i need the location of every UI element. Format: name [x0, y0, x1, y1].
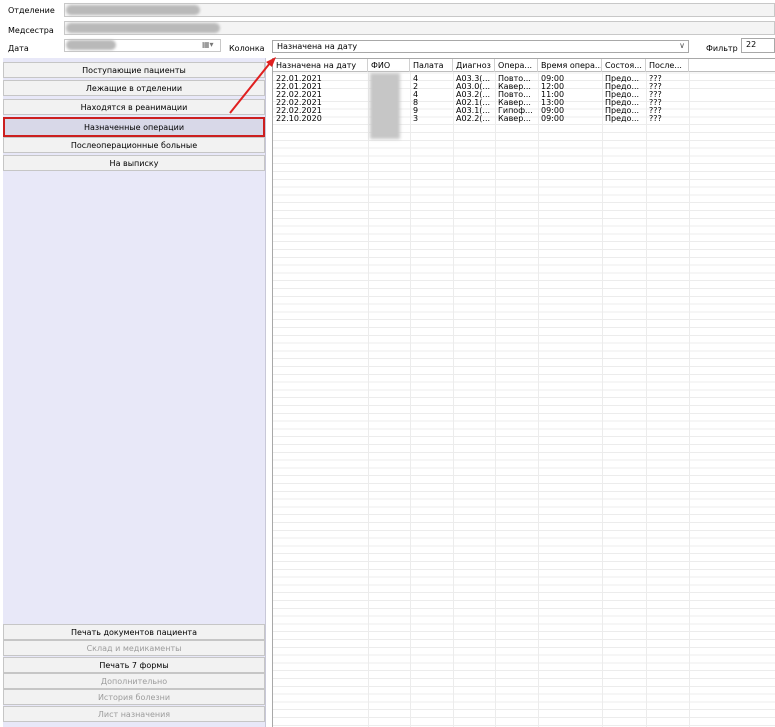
table-cell: 13:00 [541, 99, 565, 107]
table-cell: 22.02.2021 [276, 91, 322, 99]
table-cell: 22.01.2021 [276, 83, 322, 91]
table-cell: 8 [413, 99, 419, 107]
table-cell: 09:00 [541, 115, 565, 123]
column-header[interactable]: После... [646, 59, 689, 72]
table-cell: 22.02.2021 [276, 99, 322, 107]
nav-button[interactable]: История болезни [3, 689, 265, 705]
table-row[interactable]: 22.10.2020 3 A02.2(... Кавер... 09:00 Предо..… [273, 115, 775, 123]
table-cell: A03.2(... [456, 91, 491, 99]
table-cell: Предо... [605, 115, 640, 123]
nav-button[interactable]: Печать 7 формы [3, 657, 265, 673]
table-cell: 9 [413, 107, 419, 115]
table-header: Назначена на дату ФИО Палата Диагноз Опера..… [273, 59, 775, 72]
chevron-down-icon[interactable]: ∨ [679, 41, 685, 50]
table-cell: ??? [649, 75, 662, 83]
department-value-redacted [66, 5, 200, 15]
table-cell: A03.3(... [456, 75, 491, 83]
table-cell: 22.10.2020 [276, 115, 322, 123]
table-cell: Предо... [605, 75, 640, 83]
table-row[interactable]: 22.02.2021 4 A03.2(... Повто... 11:00 Предо..… [273, 91, 775, 99]
table-row[interactable]: 22.02.2021 8 A02.1(... Кавер... 13:00 Предо..… [273, 99, 775, 107]
table-cell: Кавер... [498, 83, 531, 91]
fio-redacted [370, 73, 400, 139]
table-row[interactable]: 22.01.2021 4 A03.3(... Повто... 09:00 Предо..… [273, 75, 775, 83]
nurse-label: Медсестра [8, 26, 54, 35]
table-cell: 09:00 [541, 75, 565, 83]
column-header[interactable]: Диагноз [453, 59, 495, 72]
filter-input[interactable]: 22 [741, 38, 775, 53]
table-cell: Предо... [605, 83, 640, 91]
table-cell: 11:00 [541, 91, 565, 99]
table-cell: Повто... [498, 91, 531, 99]
filter-label: Фильтр [706, 44, 738, 53]
column-header[interactable]: Палата [410, 59, 453, 72]
table-cell: 4 [413, 91, 419, 99]
department-label: Отделение [8, 6, 55, 15]
nav-button[interactable]: На выписку [3, 155, 265, 171]
table-cell: 22.02.2021 [276, 107, 322, 115]
nav-button[interactable]: Склад и медикаменты [3, 640, 265, 656]
table-cell: A02.2(... [456, 115, 491, 123]
table-cell: 09:00 [541, 107, 565, 115]
table-cell: ??? [649, 91, 662, 99]
table-cell: ??? [649, 107, 662, 115]
table-cell: Гипоф... [498, 107, 533, 115]
column-header[interactable]: ФИО [368, 59, 410, 72]
column-label: Колонка [229, 44, 265, 53]
table-row[interactable]: 22.01.2021 2 A03.0(... Кавер... 12:00 Предо..… [273, 83, 775, 91]
operations-table[interactable]: Назначена на дату ФИО Палата Диагноз Опера..… [272, 58, 775, 727]
nav-button[interactable]: Лист назначения [3, 706, 265, 722]
table-cell: A03.0(... [456, 83, 491, 91]
date-label: Дата [8, 44, 29, 53]
nav-button[interactable]: Лежащие в отделении [3, 80, 265, 96]
nav-button-selected[interactable]: Назначенные операции [3, 117, 265, 137]
table-cell: 22.01.2021 [276, 75, 322, 83]
table-cell: Предо... [605, 107, 640, 115]
nav-button[interactable]: Дополнительно [3, 673, 265, 689]
table-cell: 4 [413, 75, 419, 83]
table-cell: 3 [413, 115, 419, 123]
table-cell: A03.1(... [456, 107, 491, 115]
nav-button[interactable]: Послеоперационные больные [3, 137, 265, 153]
table-cell: Кавер... [498, 99, 531, 107]
nav-button[interactable]: Находятся в реанимации [3, 99, 265, 115]
table-cell: Предо... [605, 91, 640, 99]
nav-button[interactable]: Печать документов пациента [3, 624, 265, 640]
table-cell: ??? [649, 99, 662, 107]
table-cell: 2 [413, 83, 419, 91]
table-cell: Кавер... [498, 115, 531, 123]
column-header[interactable]: Состоя... [602, 59, 646, 72]
table-cell: A02.1(... [456, 99, 491, 107]
column-header[interactable]: Опера... [495, 59, 538, 72]
table-cell: 12:00 [541, 83, 565, 91]
table-row[interactable]: 22.02.2021 9 A03.1(... Гипоф... 09:00 Предо..… [273, 107, 775, 115]
column-header[interactable]: Время опера... [538, 59, 602, 72]
filter-value: 22 [746, 40, 757, 49]
table-cell: Повто... [498, 75, 531, 83]
nav-button[interactable]: Поступающие пациенты [3, 62, 265, 78]
table-cell: ??? [649, 115, 662, 123]
table-cell: ??? [649, 83, 662, 91]
calendar-icon[interactable]: ▦▾ [202, 40, 214, 49]
date-value-redacted [66, 40, 116, 50]
nurse-value-redacted [66, 23, 220, 33]
column-header[interactable]: Назначена на дату [273, 59, 368, 72]
column-select[interactable]: Назначена на дату ∨ [272, 40, 689, 53]
table-cell: Предо... [605, 99, 640, 107]
column-select-value: Назначена на дату [277, 42, 358, 51]
